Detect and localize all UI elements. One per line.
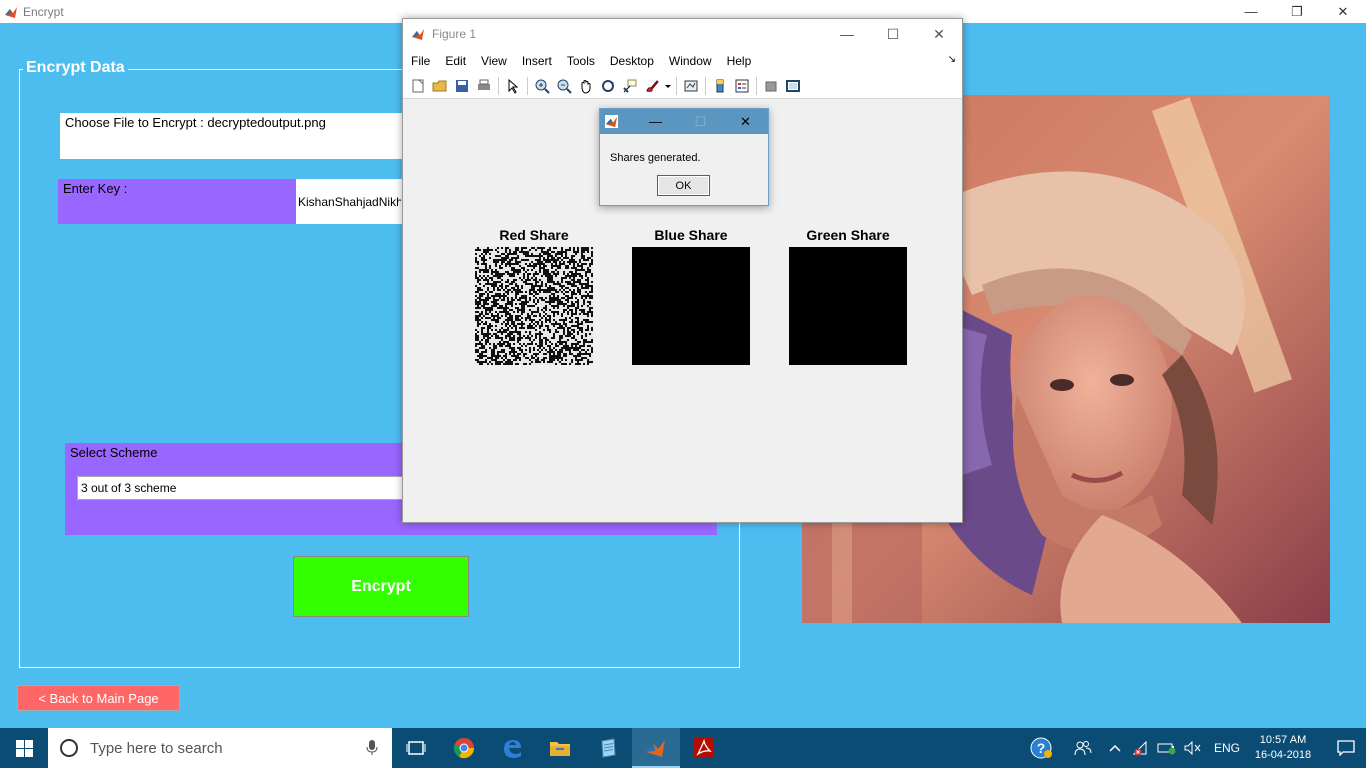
pan-icon[interactable]: [575, 75, 597, 97]
close-button[interactable]: ✕: [1320, 0, 1366, 23]
file-explorer-icon[interactable]: [536, 728, 584, 768]
notepad-icon[interactable]: [584, 728, 632, 768]
dialog-minimize-button[interactable]: —: [633, 109, 678, 134]
menu-edit[interactable]: Edit: [445, 54, 466, 68]
chrome-icon[interactable]: [440, 728, 488, 768]
menu-help[interactable]: Help: [727, 54, 752, 68]
legend-icon[interactable]: [731, 75, 753, 97]
dialog-maximize-button[interactable]: ☐: [678, 109, 723, 134]
network-disconnected-icon[interactable]: [1128, 728, 1154, 768]
clock[interactable]: 10:57 AM 16-04-2018: [1248, 733, 1318, 763]
menu-desktop[interactable]: Desktop: [610, 54, 654, 68]
scheme-label: Select Scheme: [70, 445, 158, 460]
microphone-icon[interactable]: [366, 740, 378, 756]
green-share-image: [789, 247, 907, 365]
figure-window-controls: — ☐ ✕: [824, 19, 962, 49]
figure-menubar: File Edit View Insert Tools Desktop Wind…: [403, 49, 962, 73]
figure-minimize-button[interactable]: —: [824, 19, 870, 49]
minimize-button[interactable]: —: [1228, 0, 1274, 23]
red-share-image: [475, 247, 593, 365]
scheme-select[interactable]: 3 out of 3 scheme: [77, 476, 407, 500]
rotate-3d-icon[interactable]: [597, 75, 619, 97]
show-hidden-icons-chevron-up-icon[interactable]: [1102, 728, 1128, 768]
taskbar: Type here to search ? ENG 10:57 AM 16-04…: [0, 728, 1366, 768]
message-dialog: — ☐ ✕ Shares generated. OK: [599, 108, 769, 206]
hide-plot-tools-icon[interactable]: [760, 75, 782, 97]
action-center-icon[interactable]: [1326, 728, 1366, 768]
window-controls: — ❐ ✕: [1228, 0, 1366, 23]
brush-dropdown-icon[interactable]: [663, 75, 673, 97]
figure-close-button[interactable]: ✕: [916, 19, 962, 49]
choose-file-button[interactable]: Choose File to Encrypt : decryptedoutput…: [60, 113, 410, 159]
ok-button[interactable]: OK: [657, 175, 710, 196]
toolbar-separator: [527, 76, 528, 95]
matlab-app-icon: [412, 29, 424, 40]
clock-time: 10:57 AM: [1259, 734, 1307, 746]
volume-muted-icon[interactable]: [1180, 728, 1206, 768]
toolbar-separator: [756, 76, 757, 95]
save-icon[interactable]: [451, 75, 473, 97]
figure-title: Figure 1: [432, 27, 477, 41]
pointer-icon[interactable]: [502, 75, 524, 97]
dock-icon[interactable]: ↘: [948, 54, 956, 65]
toolbar-separator: [705, 76, 706, 95]
figure-window: Figure 1 — ☐ ✕ File Edit View Insert Too…: [402, 18, 963, 523]
matlab-icon[interactable]: [632, 728, 680, 768]
menu-tools[interactable]: Tools: [567, 54, 595, 68]
toolbar-separator: [676, 76, 677, 95]
menu-insert[interactable]: Insert: [522, 54, 552, 68]
panel-legend: Encrypt Data: [23, 59, 128, 77]
edge-icon[interactable]: [488, 728, 536, 768]
system-tray: ? ENG 10:57 AM 16-04-2018: [1028, 728, 1366, 768]
menu-view[interactable]: View: [481, 54, 507, 68]
key-row: Enter Key :: [58, 179, 403, 224]
green-share-title: Green Share: [806, 227, 890, 243]
figure-toolbar: [403, 73, 962, 99]
dialog-titlebar: — ☐ ✕: [600, 109, 768, 134]
encrypt-button[interactable]: Encrypt: [293, 556, 469, 617]
restore-button[interactable]: ❐: [1274, 0, 1320, 23]
matlab-app-icon: [5, 6, 17, 18]
toolbar-separator: [498, 76, 499, 95]
acrobat-icon[interactable]: [680, 728, 728, 768]
back-to-main-button[interactable]: < Back to Main Page: [17, 685, 180, 711]
show-plot-tools-icon[interactable]: [782, 75, 804, 97]
cortana-icon: [60, 739, 78, 757]
open-file-icon[interactable]: [429, 75, 451, 97]
figure-titlebar: Figure 1 — ☐ ✕: [403, 19, 962, 49]
link-plot-icon[interactable]: [680, 75, 702, 97]
key-input[interactable]: [296, 179, 403, 224]
blue-share-image: [632, 247, 750, 365]
help-icon[interactable]: ?: [1028, 728, 1054, 768]
people-icon[interactable]: [1070, 728, 1096, 768]
blue-share-title: Blue Share: [654, 227, 728, 243]
search-placeholder: Type here to search: [90, 739, 223, 757]
figure-maximize-button[interactable]: ☐: [870, 19, 916, 49]
start-button[interactable]: [0, 728, 48, 768]
colorbar-icon[interactable]: [709, 75, 731, 97]
menu-file[interactable]: File: [411, 54, 430, 68]
dialog-controls: — ☐ ✕: [633, 109, 768, 134]
matlab-app-icon: [605, 115, 618, 128]
svg-text:?: ?: [1037, 740, 1046, 756]
dialog-message: Shares generated.: [610, 152, 701, 164]
taskbar-search[interactable]: Type here to search: [48, 728, 392, 768]
window-title: Encrypt: [23, 4, 64, 19]
windows-icon: [15, 739, 33, 757]
task-view-icon[interactable]: [392, 728, 440, 768]
clock-date: 16-04-2018: [1254, 749, 1312, 761]
red-share-title: Red Share: [499, 227, 569, 243]
battery-icon[interactable]: [1154, 728, 1180, 768]
input-language[interactable]: ENG: [1214, 741, 1240, 755]
dialog-close-button[interactable]: ✕: [723, 109, 768, 134]
new-figure-icon[interactable]: [407, 75, 429, 97]
data-cursor-icon[interactable]: [619, 75, 641, 97]
key-label: Enter Key :: [63, 181, 128, 196]
menu-window[interactable]: Window: [669, 54, 712, 68]
brush-icon[interactable]: [641, 75, 663, 97]
zoom-out-icon[interactable]: [553, 75, 575, 97]
zoom-in-icon[interactable]: [531, 75, 553, 97]
print-icon[interactable]: [473, 75, 495, 97]
